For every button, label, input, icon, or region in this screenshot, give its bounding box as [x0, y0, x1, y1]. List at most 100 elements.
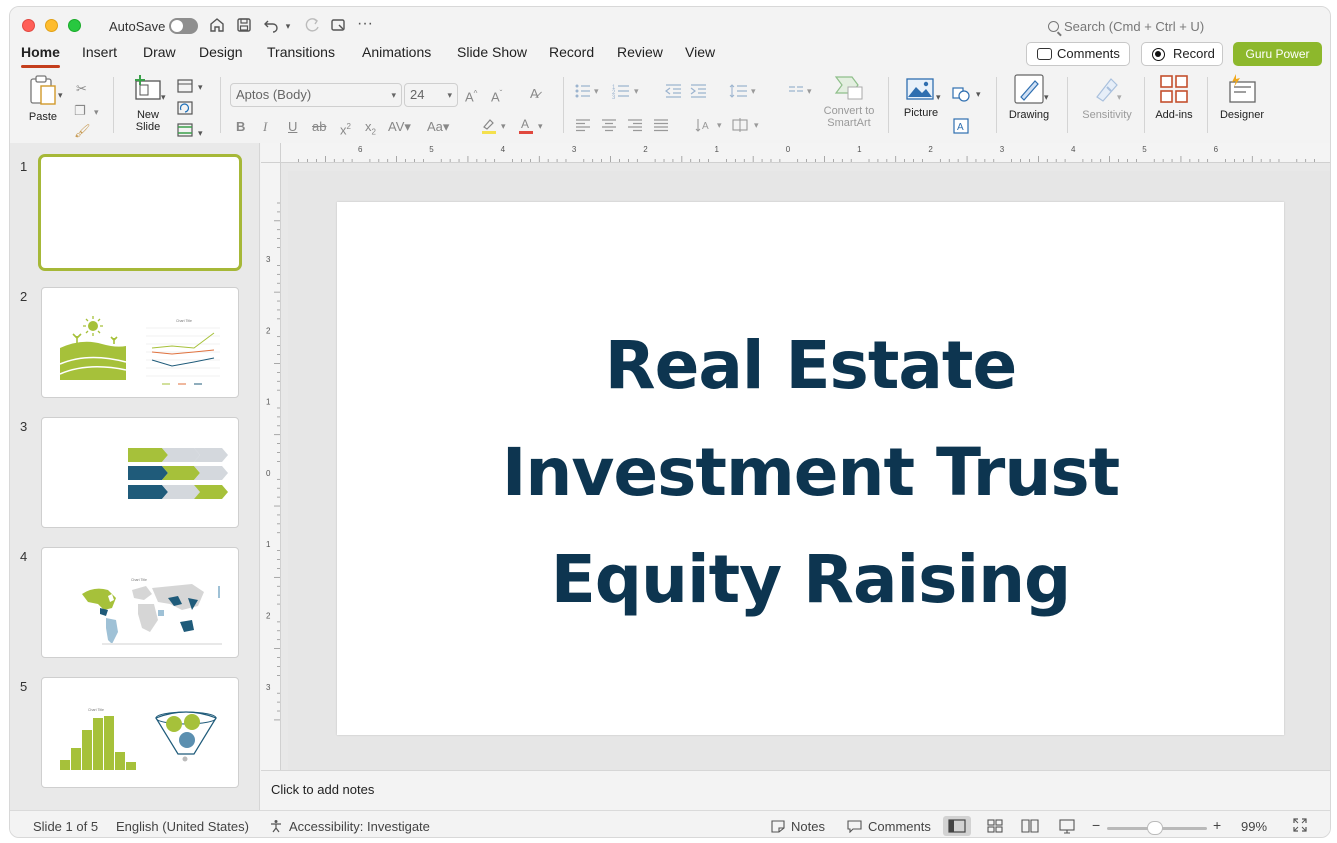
slide-number-5: 5 — [20, 679, 28, 694]
drawing-dropdown-chevron-icon[interactable]: ▾ — [1044, 89, 1049, 105]
strikethrough-icon[interactable]: ab — [312, 119, 326, 135]
columns-icon[interactable]: ▾ — [788, 83, 818, 103]
align-text-icon[interactable]: ▾ — [732, 117, 766, 137]
decrease-font-size-icon[interactable]: Aˇ — [491, 86, 502, 105]
bold-icon[interactable]: B — [236, 119, 245, 135]
redo-icon[interactable] — [302, 16, 322, 36]
reading-view-button[interactable] — [1016, 816, 1044, 836]
align-right-icon[interactable] — [627, 117, 643, 137]
accessibility-status[interactable]: Accessibility: Investigate — [269, 819, 430, 834]
superscript-icon[interactable]: x2 — [340, 119, 351, 138]
minimize-window-button[interactable] — [45, 19, 58, 32]
save-icon[interactable] — [234, 16, 254, 36]
format-painter-icon[interactable]: 🖌 — [74, 123, 91, 139]
text-box-icon[interactable]: A — [952, 117, 970, 139]
more-options-icon[interactable]: ··· — [355, 14, 375, 34]
line-spacing-icon[interactable]: ▾ — [729, 83, 763, 103]
reset-slide-icon[interactable] — [177, 101, 193, 119]
vertical-ruler[interactable]: 3 2 1 0 1 2 3 — [261, 163, 281, 770]
home-icon[interactable] — [207, 16, 227, 36]
sensitivity-button[interactable]: Sensitivity — [1077, 73, 1137, 121]
guru-power-button[interactable]: Guru Power — [1233, 42, 1322, 66]
zoom-in-icon[interactable]: + — [1213, 817, 1221, 833]
present-from-start-icon[interactable] — [328, 16, 348, 36]
copy-dropdown-chevron-icon[interactable]: ▾ — [94, 104, 99, 120]
slide-thumbnail-5[interactable]: Chart Title — [41, 677, 239, 788]
slide-thumbnail-1[interactable] — [38, 154, 242, 271]
record-button[interactable]: Record — [1141, 42, 1223, 66]
search-box[interactable]: Search (Cmd + Ctrl + U) — [1048, 19, 1204, 34]
clear-formatting-icon[interactable]: A̷ — [530, 86, 539, 102]
subscript-icon[interactable]: x2 — [365, 119, 376, 141]
text-direction-icon[interactable]: A ▾ — [695, 117, 729, 137]
numbering-icon[interactable]: 1 2 3 ▾ — [612, 83, 646, 103]
tab-transitions[interactable]: Transitions — [267, 43, 335, 71]
layout-dropdown-chevron-icon[interactable]: ▾ — [198, 79, 203, 95]
tab-home[interactable]: Home — [21, 43, 60, 71]
tab-review[interactable]: Review — [617, 43, 663, 71]
slide-show-view-button[interactable] — [1053, 816, 1081, 836]
copy-icon[interactable]: ❐ — [74, 103, 86, 119]
slide-thumbnail-3[interactable] — [41, 417, 239, 528]
italic-icon[interactable]: I — [263, 119, 267, 135]
fit-to-window-icon[interactable] — [1292, 817, 1308, 836]
paste-button[interactable]: Paste — [24, 73, 62, 123]
tab-view[interactable]: View — [685, 43, 715, 71]
justify-icon[interactable] — [653, 117, 669, 137]
notes-toggle[interactable]: Notes — [771, 819, 825, 834]
cut-icon[interactable]: ✂ — [76, 81, 87, 97]
increase-font-size-icon[interactable]: A^ — [465, 86, 477, 105]
tab-insert[interactable]: Insert — [82, 43, 117, 71]
section-icon[interactable] — [177, 123, 193, 141]
autosave-toggle[interactable] — [169, 18, 198, 34]
tab-slide-show[interactable]: Slide Show — [457, 43, 527, 71]
tab-animations[interactable]: Animations — [362, 43, 431, 71]
slide-thumbnail-4[interactable]: Chart Title — [41, 547, 239, 658]
slide-sorter-view-button[interactable] — [981, 816, 1009, 836]
font-color-icon[interactable]: A ▾ — [518, 117, 548, 139]
current-slide[interactable]: Real Estate Investment Trust Equity Rais… — [337, 202, 1284, 735]
zoom-out-icon[interactable]: − — [1092, 817, 1100, 833]
convert-to-smartart-button[interactable]: Convert to SmartArt — [816, 73, 882, 129]
comments-button[interactable]: Comments — [1026, 42, 1130, 66]
close-window-button[interactable] — [22, 19, 35, 32]
align-center-icon[interactable] — [601, 117, 617, 137]
font-size-dropdown[interactable]: 24 ▾ — [404, 83, 458, 107]
shapes-icon[interactable]: ▾ — [952, 85, 986, 107]
sensitivity-dropdown-chevron-icon[interactable]: ▾ — [1117, 89, 1122, 105]
section-dropdown-chevron-icon[interactable]: ▾ — [198, 125, 203, 141]
svg-text:▾: ▾ — [634, 86, 639, 96]
character-spacing-icon[interactable]: AV▾ — [388, 119, 411, 135]
decrease-indent-icon[interactable] — [665, 83, 683, 103]
zoom-slider-thumb[interactable] — [1147, 821, 1163, 835]
notes-pane[interactable]: Click to add notes — [261, 770, 1330, 810]
highlight-color-icon[interactable]: ▾ — [481, 117, 511, 139]
add-ins-button[interactable]: Add-ins — [1151, 73, 1197, 121]
font-name-dropdown[interactable]: Aptos (Body) ▾ — [230, 83, 402, 107]
tab-draw[interactable]: Draw — [143, 43, 176, 71]
picture-dropdown-chevron-icon[interactable]: ▾ — [936, 89, 941, 105]
language-status[interactable]: English (United States) — [116, 819, 249, 834]
increase-indent-icon[interactable] — [690, 83, 708, 103]
undo-icon[interactable] — [261, 16, 281, 36]
slide-title-textbox[interactable]: Real Estate Investment Trust Equity Rais… — [397, 312, 1224, 633]
comments-toggle[interactable]: Comments — [847, 819, 931, 834]
normal-view-button[interactable] — [943, 816, 971, 836]
tab-design[interactable]: Design — [199, 43, 243, 71]
change-case-icon[interactable]: Aa▾ — [427, 119, 449, 135]
new-slide-dropdown-chevron-icon[interactable]: ▾ — [161, 89, 166, 105]
bullets-icon[interactable]: ▾ — [574, 83, 604, 103]
maximize-window-button[interactable] — [68, 19, 81, 32]
align-left-icon[interactable] — [575, 117, 591, 137]
horizontal-ruler[interactable]: 6 5 4 3 2 1 0 1 2 3 4 5 6 — [281, 143, 1330, 163]
ruler-label: 5 — [429, 145, 434, 154]
paste-dropdown-chevron-icon[interactable]: ▾ — [58, 87, 63, 103]
underline-icon[interactable]: U — [288, 119, 297, 135]
undo-dropdown-chevron-icon[interactable]: ▾ — [282, 16, 294, 36]
tab-record[interactable]: Record — [549, 43, 594, 71]
zoom-level[interactable]: 99% — [1241, 819, 1267, 834]
slide-thumbnails-panel[interactable]: 1 2 Chart Title 3 4 Chart Title 5 Chart … — [10, 143, 260, 810]
designer-button[interactable]: Designer — [1215, 73, 1269, 121]
slide-thumbnail-2[interactable]: Chart Title — [41, 287, 239, 398]
layout-icon[interactable] — [177, 79, 193, 97]
